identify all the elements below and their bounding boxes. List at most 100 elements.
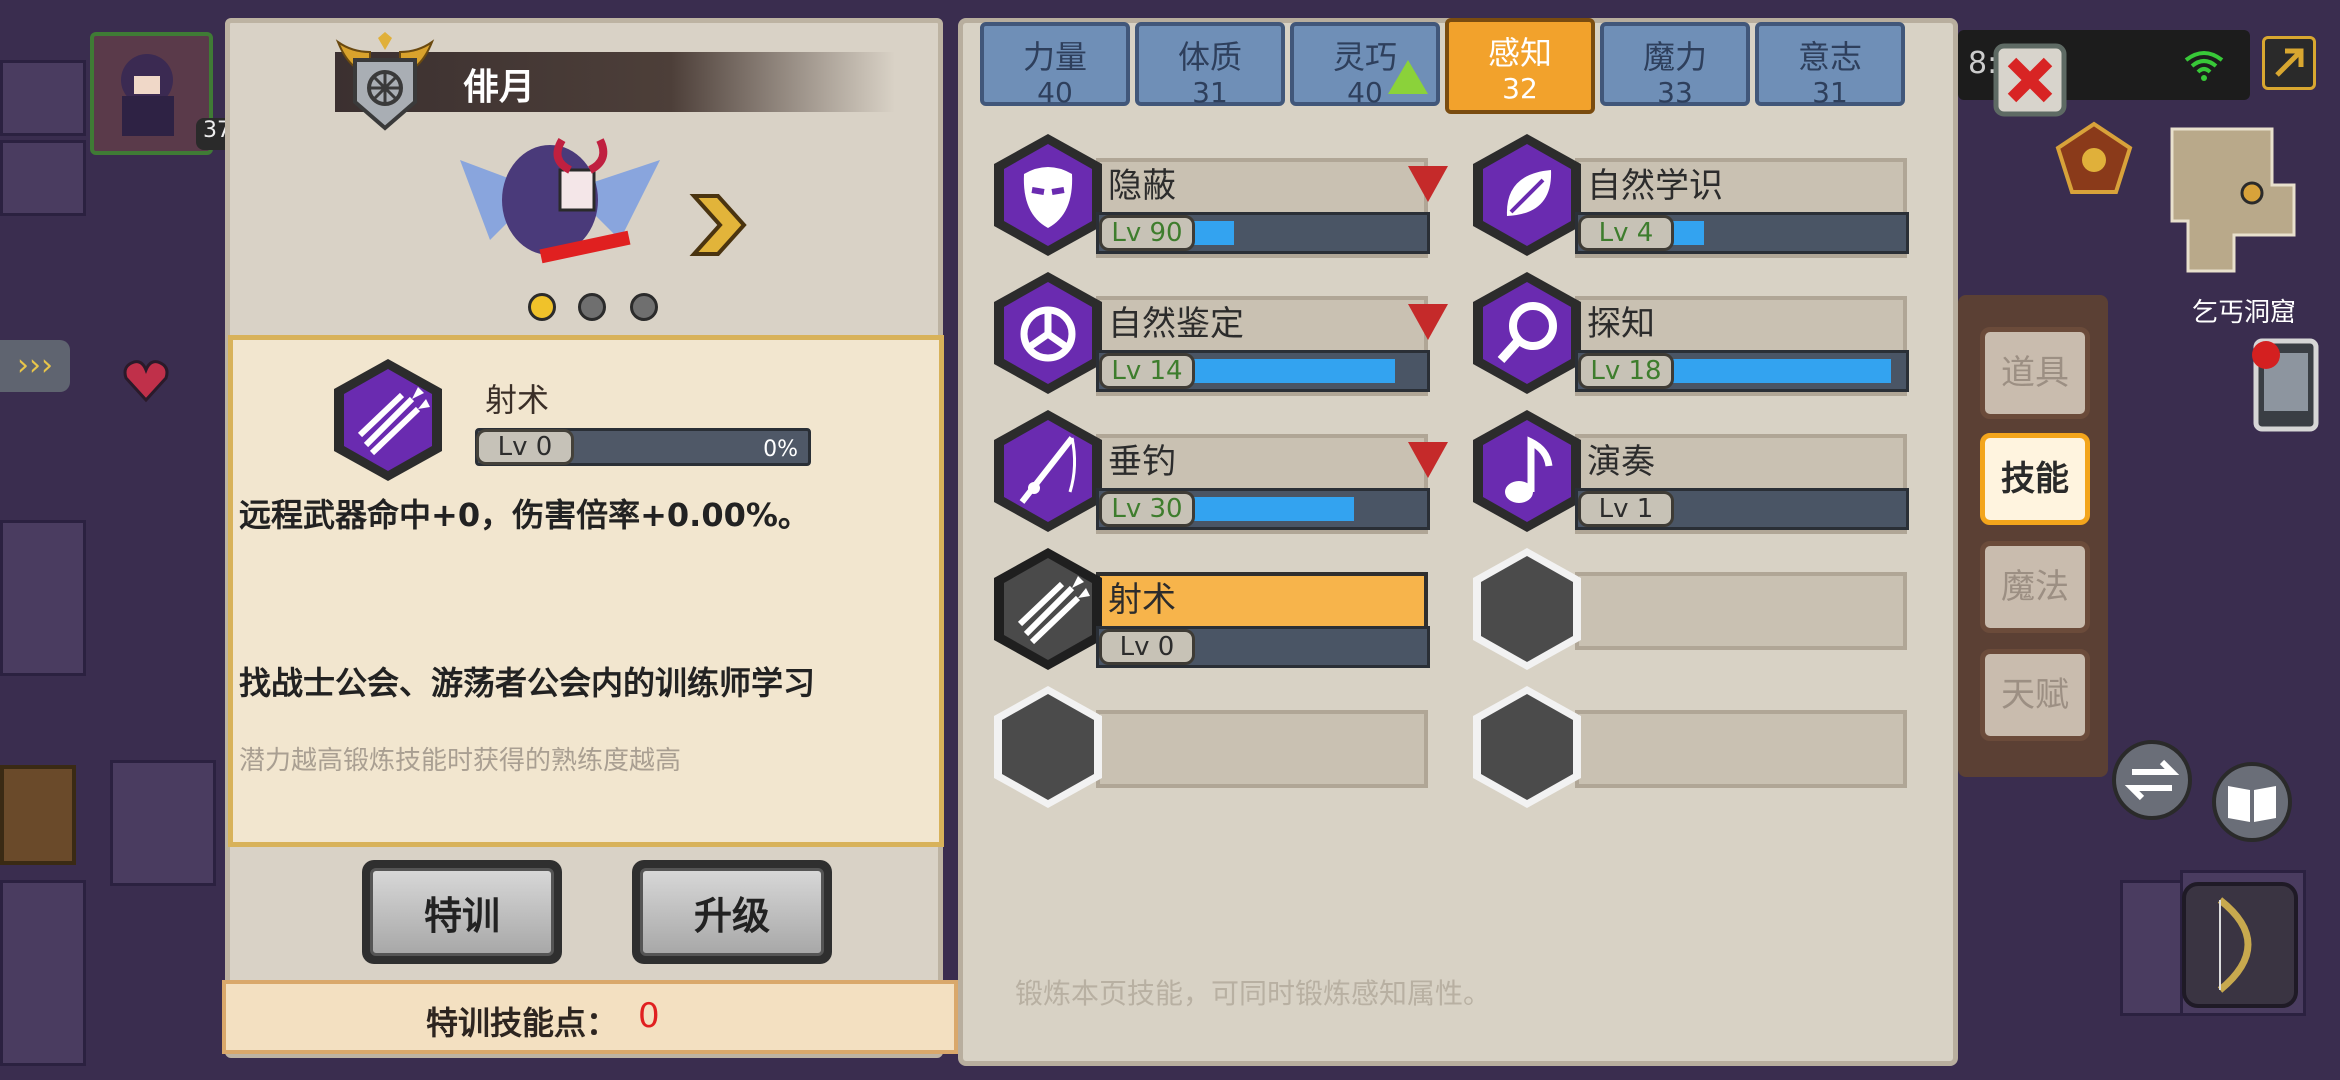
carousel-dot[interactable] xyxy=(528,293,556,321)
expand-arrows-button[interactable]: ››› xyxy=(0,340,70,392)
bow-weapon-icon[interactable] xyxy=(2180,880,2300,1010)
magnifier-icon xyxy=(1473,272,1581,394)
skill-plate xyxy=(1575,710,1907,788)
exit-icon[interactable] xyxy=(2262,36,2316,90)
selected-skill-description: 远程武器命中+0，伤害倍率+0.00%。 xyxy=(239,496,810,534)
skill-detection[interactable]: 探知 Lv 18 xyxy=(1467,268,1937,398)
background-tile xyxy=(0,520,86,676)
skill-name: 自然鉴定 xyxy=(1108,304,1244,344)
book-icon[interactable] xyxy=(2210,760,2294,844)
skill-name: 垂钓 xyxy=(1108,442,1176,482)
tab-strength[interactable]: 力量 40 xyxy=(980,22,1130,109)
skill-level: Lv 14 xyxy=(1099,353,1195,389)
training-points-value: 0 xyxy=(638,996,660,1036)
tab-value: 31 xyxy=(1812,76,1848,109)
tab-name: 力量 xyxy=(1022,38,1087,76)
triskelion-icon xyxy=(994,272,1102,394)
tab-magic[interactable]: 魔力 33 xyxy=(1600,22,1750,109)
side-tab-bar: 道具 技能 魔法 天赋 xyxy=(1958,295,2108,777)
skill-archery[interactable]: 射术 Lv 0 xyxy=(988,544,1458,674)
tab-name: 感知 xyxy=(1487,34,1552,72)
skill-level: Lv 1 xyxy=(1578,491,1674,527)
training-points-bar: 特训技能点： 0 xyxy=(222,980,958,1054)
location-name: 乞丐洞窟 xyxy=(2192,298,2297,328)
skill-progress-bar: Lv 18 xyxy=(1575,350,1909,392)
leaf-icon xyxy=(1473,134,1581,256)
up-arrow-icon xyxy=(1388,60,1428,94)
skill-progress-bar: Lv 0 xyxy=(1096,626,1430,668)
skill-progress-bar: Lv 14 xyxy=(1096,350,1430,392)
minimap[interactable] xyxy=(2168,125,2298,275)
skill-fishing[interactable]: 垂钓 Lv 30 xyxy=(988,406,1458,536)
mask-icon xyxy=(994,134,1102,256)
skill-nature-lore[interactable]: 自然学识 Lv 4 xyxy=(1467,130,1937,260)
painting-decoration xyxy=(0,765,76,865)
tab-name: 体质 xyxy=(1177,38,1242,76)
empty-hex-icon xyxy=(1473,548,1581,670)
skill-plate xyxy=(1096,710,1428,788)
selected-skill-name: 射术 xyxy=(485,381,550,419)
skill-progress-fill xyxy=(1672,359,1891,383)
skill-progress-fill xyxy=(1193,221,1234,245)
skill-progress-bar: Lv 90 xyxy=(1096,212,1430,254)
skill-progress-bar: Lv 4 xyxy=(1575,212,1909,254)
empty-skill-slot xyxy=(1467,544,1937,674)
selected-skill-percent: 0% xyxy=(763,437,798,462)
skill-nature-appraisal[interactable]: 自然鉴定 Lv 14 xyxy=(988,268,1458,398)
music-note-icon xyxy=(1473,410,1581,532)
skill-detail-card: 射术 Lv 0 0% 远程武器命中+0，伤害倍率+0.00%。 找战士公会、游荡… xyxy=(228,335,944,847)
skill-progress-fill xyxy=(1193,497,1354,521)
footer-hint: 锻炼本页技能，可同时锻炼感知属性。 xyxy=(1015,977,1492,1010)
empty-skill-slot xyxy=(1467,682,1937,812)
tab-value: 40 xyxy=(1037,76,1073,109)
empty-hex-icon xyxy=(994,686,1102,808)
skill-name: 隐蔽 xyxy=(1108,166,1176,206)
arrows-icon xyxy=(994,548,1102,670)
skill-stealth[interactable]: 隐蔽 Lv 90 xyxy=(988,130,1458,260)
skill-level: Lv 30 xyxy=(1099,491,1195,527)
phone-icon[interactable] xyxy=(2248,335,2324,435)
skill-progress-bar: Lv 1 xyxy=(1575,488,1909,530)
character-name: 俳月 xyxy=(463,67,536,108)
background-tile xyxy=(0,60,86,136)
side-tab-items[interactable]: 道具 xyxy=(1980,327,2090,419)
skill-performance[interactable]: 演奏 Lv 1 xyxy=(1467,406,1937,536)
side-tab-magic[interactable]: 魔法 xyxy=(1980,541,2090,633)
empty-hex-icon xyxy=(1473,686,1581,808)
tab-perception[interactable]: 感知 32 xyxy=(1445,18,1595,114)
arrows-icon xyxy=(328,355,448,485)
skill-name: 演奏 xyxy=(1587,442,1655,482)
avatar-portrait-icon xyxy=(121,54,174,136)
tab-name: 意志 xyxy=(1797,38,1862,76)
background-tile xyxy=(110,760,216,886)
down-arrow-icon xyxy=(1408,442,1448,478)
tab-value: 32 xyxy=(1502,72,1538,105)
player-avatar[interactable] xyxy=(90,32,213,155)
guild-emblem-icon xyxy=(330,32,440,132)
next-character-icon[interactable] xyxy=(688,190,748,260)
tab-name: 魔力 xyxy=(1642,38,1707,76)
carousel-dot[interactable] xyxy=(630,293,658,321)
selected-skill-learn-hint: 找战士公会、游荡者公会内的训练师学习 xyxy=(239,664,816,702)
tab-value: 33 xyxy=(1657,76,1693,109)
skill-name: 探知 xyxy=(1587,304,1655,344)
tab-will[interactable]: 意志 31 xyxy=(1755,22,1905,109)
skill-name: 自然学识 xyxy=(1587,166,1723,206)
upgrade-button[interactable]: 升级 xyxy=(632,860,832,964)
training-points-label: 特训技能点： xyxy=(426,1004,619,1042)
swap-icon[interactable] xyxy=(2110,738,2194,822)
tab-value: 31 xyxy=(1192,76,1228,109)
close-icon xyxy=(1993,43,2067,117)
train-button[interactable]: 特训 xyxy=(362,860,562,964)
side-tab-talents[interactable]: 天赋 xyxy=(1980,649,2090,741)
empty-skill-slot xyxy=(988,682,1458,812)
wifi-icon xyxy=(2184,51,2224,81)
tab-dexterity[interactable]: 灵巧 40 xyxy=(1290,22,1440,109)
close-button[interactable] xyxy=(1990,40,2070,120)
carousel-dot[interactable] xyxy=(578,293,606,321)
skill-level: Lv 18 xyxy=(1578,353,1674,389)
tab-constitution[interactable]: 体质 31 xyxy=(1135,22,1285,109)
skill-level: Lv 90 xyxy=(1099,215,1195,251)
side-tab-skills[interactable]: 技能 xyxy=(1980,433,2090,525)
down-arrow-icon xyxy=(1408,304,1448,340)
